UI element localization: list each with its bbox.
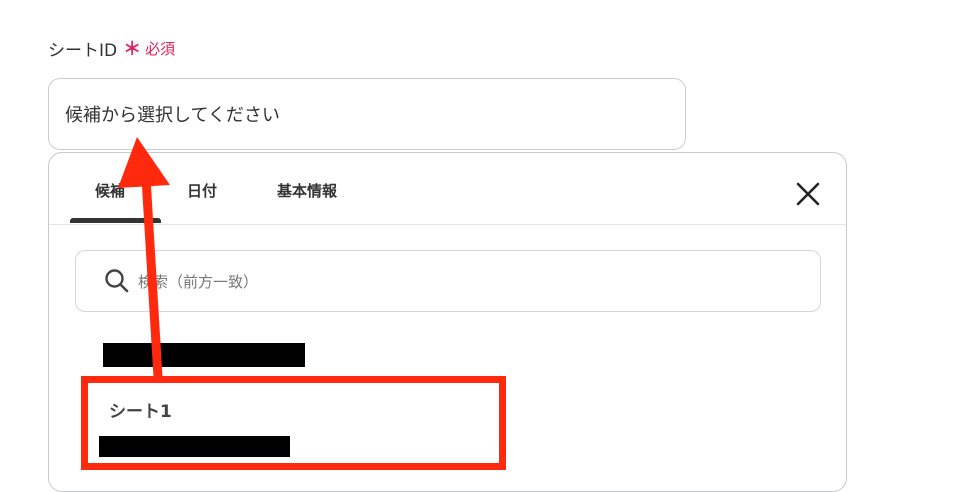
dropdown-tabs: 候補 日付 基本情報 <box>49 153 846 225</box>
highlight-annotation <box>81 376 506 470</box>
select-placeholder: 候補から選択してください <box>65 105 280 126</box>
sheet-id-select[interactable]: 候補から選択してください <box>48 78 686 150</box>
redacted-option-label[interactable] <box>103 343 305 367</box>
sheet-id-label: シートID ＊ 必須 <box>48 35 175 61</box>
search-icon <box>105 269 129 293</box>
search-input[interactable] <box>136 265 800 299</box>
close-button[interactable] <box>794 180 822 208</box>
active-tab-indicator <box>70 218 161 223</box>
tab-suggestions[interactable]: 候補 <box>95 180 125 201</box>
tab-basic-info[interactable]: 基本情報 <box>277 180 337 201</box>
required-asterisk: ＊ <box>123 39 142 60</box>
required-text: 必須 <box>145 39 176 58</box>
search-box <box>75 250 821 312</box>
tab-date[interactable]: 日付 <box>187 180 217 201</box>
field-label-text: シートID <box>48 40 118 61</box>
close-icon <box>796 182 820 206</box>
